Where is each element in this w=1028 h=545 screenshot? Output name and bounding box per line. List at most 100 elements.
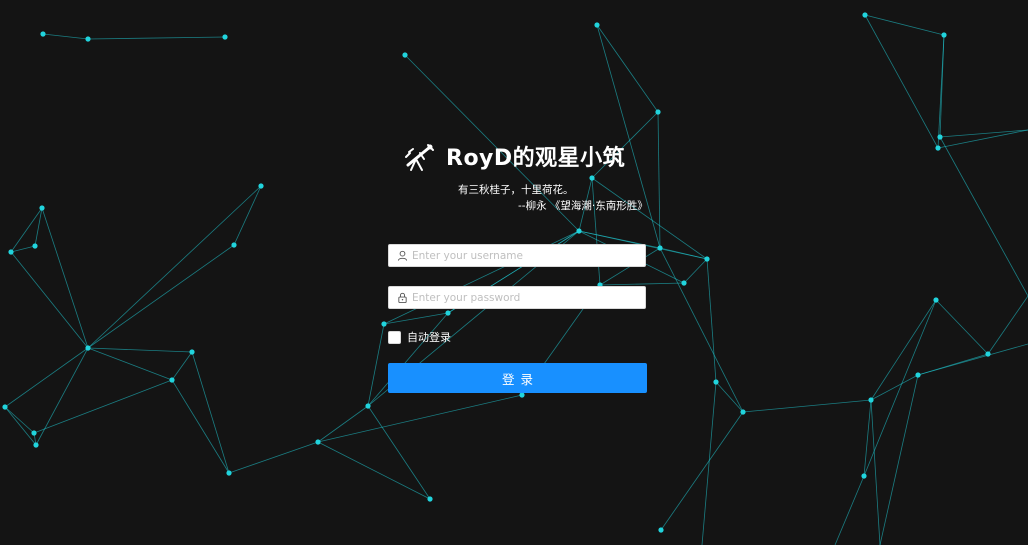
particle-network-background <box>2 12 1028 545</box>
user-icon <box>397 250 408 261</box>
network-link <box>87 347 173 381</box>
network-link <box>33 379 173 434</box>
network-link <box>659 247 708 260</box>
network-link <box>742 399 872 413</box>
network-link <box>864 14 939 149</box>
network-node <box>941 32 947 38</box>
network-link <box>383 312 449 325</box>
network-link <box>939 129 1028 138</box>
network-link <box>591 177 601 286</box>
network-link <box>834 475 865 545</box>
network-link <box>657 111 661 249</box>
network-link <box>870 299 937 401</box>
network-node <box>32 243 38 249</box>
login-button[interactable]: 登录 <box>388 363 647 393</box>
username-field[interactable] <box>388 244 646 267</box>
network-node <box>222 34 228 40</box>
network-node <box>445 310 451 316</box>
network-link <box>228 441 319 474</box>
network-link <box>4 347 89 408</box>
auto-login-checkbox[interactable] <box>388 330 401 344</box>
network-node <box>315 439 321 445</box>
network-node <box>427 496 433 502</box>
network-node <box>933 297 939 303</box>
username-input[interactable] <box>412 249 632 262</box>
network-node <box>657 245 663 251</box>
network-node <box>681 280 687 286</box>
network-link <box>917 343 1028 376</box>
network-node <box>31 430 37 436</box>
network-link <box>34 207 43 247</box>
network-link <box>939 136 1028 297</box>
network-link <box>233 185 262 246</box>
network-node <box>861 473 867 479</box>
network-node <box>85 345 91 351</box>
network-link <box>4 406 37 446</box>
network-link <box>870 374 919 401</box>
network-node <box>935 145 941 151</box>
network-node <box>85 36 91 42</box>
network-node <box>589 175 595 181</box>
network-node <box>594 22 600 28</box>
network-link <box>701 381 717 545</box>
lock-icon <box>398 292 407 303</box>
network-node <box>862 12 868 18</box>
network-link <box>42 33 89 40</box>
network-link <box>706 258 717 383</box>
network-link <box>317 441 431 500</box>
password-field[interactable] <box>388 286 646 309</box>
network-link <box>87 185 262 349</box>
network-node <box>713 379 719 385</box>
network-node <box>39 205 45 211</box>
quote-text: 有三秋桂子，十里荷花。 <box>458 184 574 196</box>
telescope-icon <box>405 144 434 171</box>
network-node <box>40 31 46 37</box>
network-link <box>659 247 744 413</box>
password-input[interactable] <box>412 291 632 304</box>
network-link <box>35 347 89 446</box>
network-node <box>740 409 746 415</box>
network-link <box>864 14 945 36</box>
network-link <box>4 406 35 434</box>
network-link <box>715 381 744 413</box>
network-link <box>599 282 685 286</box>
network-link <box>87 36 226 40</box>
network-node <box>402 52 408 58</box>
network-node <box>658 527 664 533</box>
network-node <box>381 321 387 327</box>
network-link <box>87 347 193 353</box>
network-link <box>171 351 193 381</box>
network-node <box>576 228 582 234</box>
network-link <box>879 374 919 545</box>
network-link <box>171 379 230 474</box>
network-node <box>33 442 39 448</box>
network-link <box>660 411 744 531</box>
auto-login-option[interactable]: 自动登录 <box>388 329 451 345</box>
auto-login-label: 自动登录 <box>407 331 451 344</box>
network-link <box>367 405 431 500</box>
network-node <box>915 372 921 378</box>
network-link <box>317 394 523 443</box>
site-title: RoyD的观星小筑 <box>446 146 626 171</box>
network-node <box>2 404 8 410</box>
network-link <box>191 351 230 474</box>
network-link <box>863 299 937 477</box>
network-link <box>41 207 89 349</box>
network-node <box>985 351 991 357</box>
network-link <box>87 244 235 349</box>
brand: RoyD的观星小筑 <box>402 136 625 176</box>
network-link <box>683 258 708 284</box>
network-link <box>937 129 1028 149</box>
network-link <box>937 34 945 149</box>
network-node <box>258 183 264 189</box>
network-node <box>704 256 710 262</box>
network-node <box>937 134 943 140</box>
network-link <box>10 251 89 349</box>
network-node <box>226 470 232 476</box>
network-link <box>596 24 659 113</box>
quote-source: --柳永 《望海潮·东南形胜》 <box>518 200 648 212</box>
network-node <box>655 109 661 115</box>
network-node <box>169 377 175 383</box>
network-link <box>863 399 872 477</box>
login-page: RoyD的观星小筑 有三秋桂子，十里荷花。 --柳永 《望海潮·东南形胜》 自动… <box>0 0 1028 545</box>
